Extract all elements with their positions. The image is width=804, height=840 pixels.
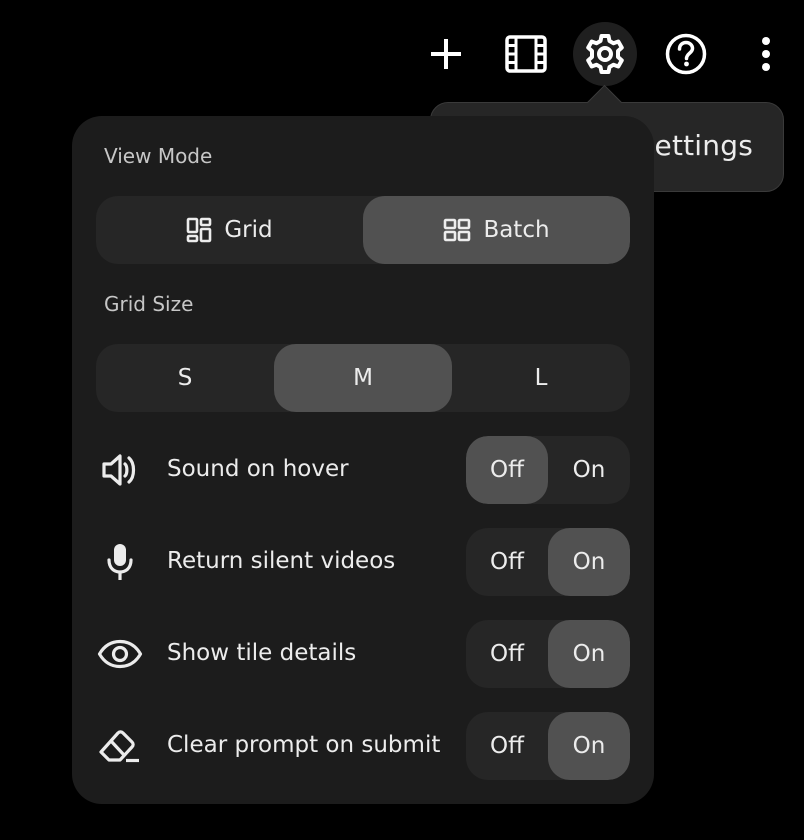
view-mode-grid-label: Grid [224,217,273,243]
return-silent-videos-label: Return silent videos [167,548,396,574]
clear-prompt-on-submit-off[interactable]: Off [466,712,548,780]
sound-on-hover-toggle: Off On [466,436,630,504]
view-mode-batch-option[interactable]: Batch [363,196,630,264]
settings-button[interactable] [573,22,637,86]
sound-on-hover-row: Sound on hover Off On [96,436,630,504]
row-icon-wrap [96,448,144,492]
grid-size-l-option[interactable]: L [452,344,630,412]
grid-size-s-option[interactable]: S [96,344,274,412]
return-silent-videos-toggle: Off On [466,528,630,596]
app-root: Settings View Mode Grid Batch Grid Size … [0,0,804,840]
show-tile-details-off[interactable]: Off [466,620,548,688]
return-silent-videos-off[interactable]: Off [466,528,548,596]
film-strip-icon [505,35,547,73]
help-circle-icon [665,33,707,75]
grid-layout-icon [187,217,212,243]
show-tile-details-row: Show tile details Off On [96,620,630,688]
clear-prompt-on-submit-row: Clear prompt on submit Off On [96,712,630,780]
grid-size-m-option[interactable]: M [274,344,452,412]
clear-prompt-on-submit-on[interactable]: On [548,712,630,780]
row-icon-wrap [96,540,144,584]
show-tile-details-on[interactable]: On [548,620,630,688]
help-button[interactable] [654,22,718,86]
eraser-icon [99,730,139,763]
view-mode-grid-option[interactable]: Grid [96,196,363,264]
speaker-icon [102,454,136,486]
batch-layout-icon [444,218,471,242]
row-icon-wrap [96,632,144,676]
plus-icon [431,39,461,69]
add-button[interactable] [414,22,478,86]
return-silent-videos-on[interactable]: On [548,528,630,596]
settings-panel: View Mode Grid Batch Grid Size S M L Sou… [72,116,654,804]
sound-on-hover-on[interactable]: On [548,436,630,504]
eye-icon [97,639,143,669]
clear-prompt-on-submit-label: Clear prompt on submit [167,732,441,758]
gear-icon [586,34,624,74]
return-silent-videos-row: Return silent videos Off On [96,528,630,596]
show-tile-details-toggle: Off On [466,620,630,688]
row-icon-wrap [96,724,144,768]
grid-size-label: Grid Size [104,292,194,316]
more-vertical-icon [762,37,770,71]
clear-prompt-on-submit-toggle: Off On [466,712,630,780]
sound-on-hover-off[interactable]: Off [466,436,548,504]
microphone-icon [107,544,133,580]
grid-size-selector: S M L [96,344,630,412]
view-mode-batch-label: Batch [483,217,550,243]
show-tile-details-label: Show tile details [167,640,357,666]
tooltip-text: Settings [636,129,753,162]
more-options-button[interactable] [734,22,798,86]
library-button[interactable] [494,22,558,86]
sound-on-hover-label: Sound on hover [167,456,349,482]
view-mode-label: View Mode [104,144,213,168]
view-mode-selector: Grid Batch [96,196,630,264]
